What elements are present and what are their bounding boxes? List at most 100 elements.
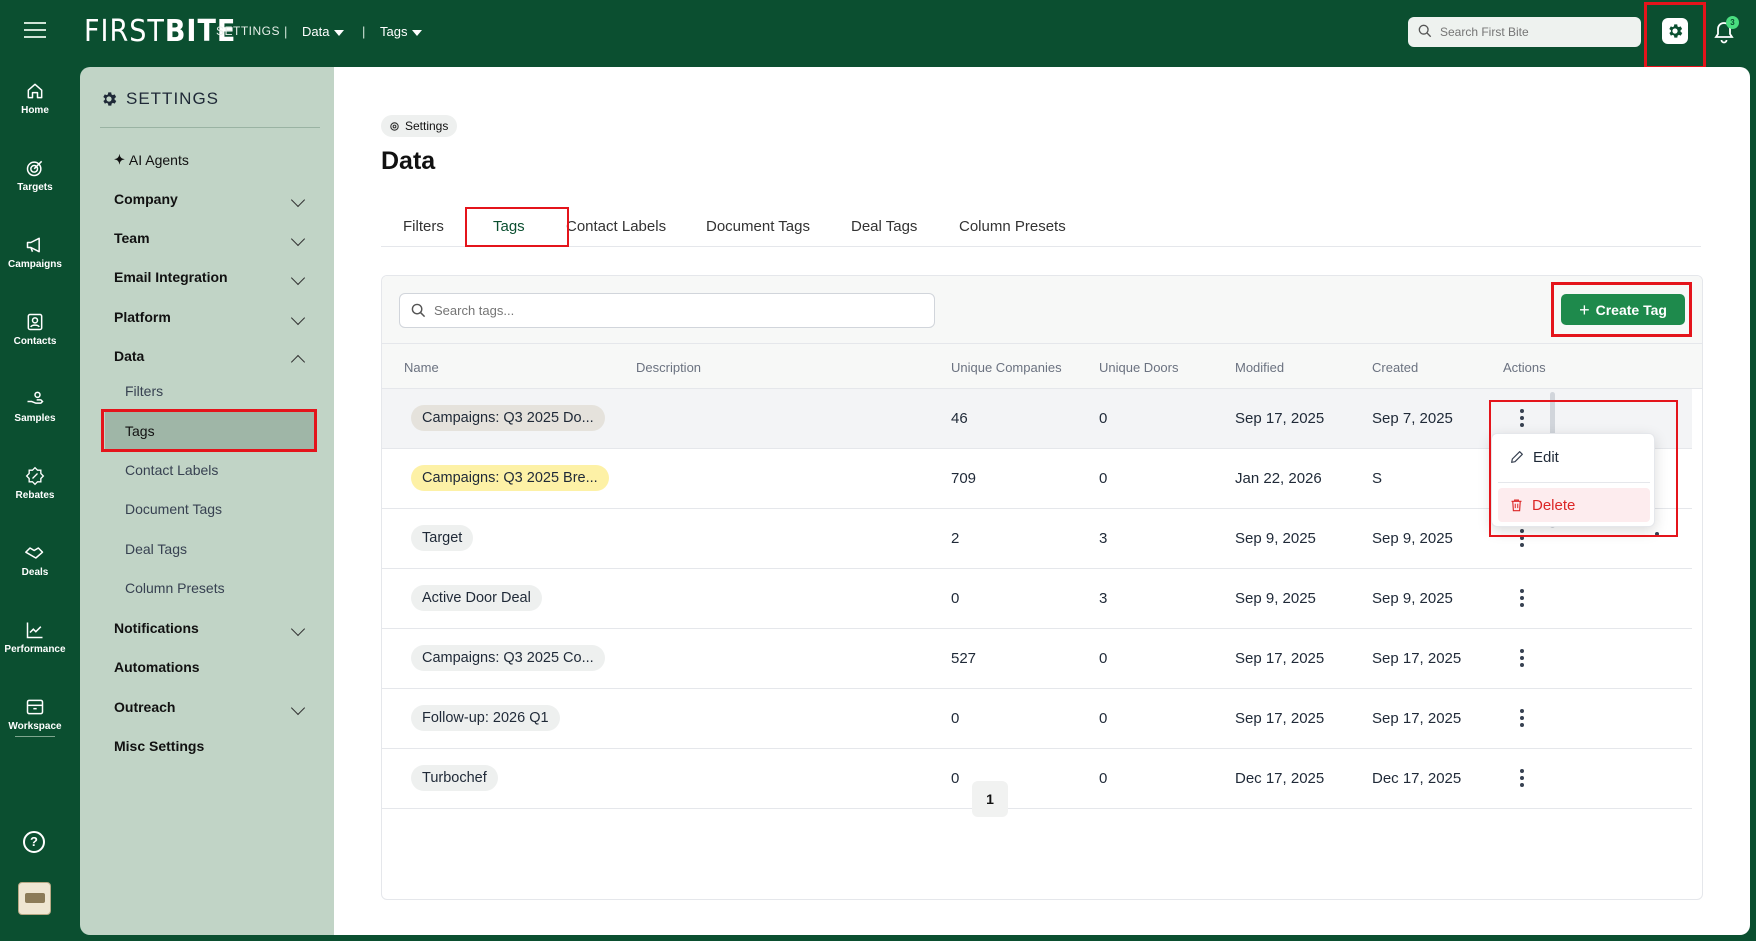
rail-label: Workspace [8, 721, 62, 732]
unique-companies-cell: 709 [951, 470, 977, 487]
breadcrumb-label: Settings [405, 119, 449, 133]
caret-down-icon [412, 29, 423, 36]
chart-line-icon [26, 622, 43, 639]
more-actions-icon[interactable] [1520, 649, 1524, 667]
sidebar-subitem-filters[interactable]: Filters [125, 383, 163, 399]
rail-item-campaigns[interactable]: Campaigns [0, 235, 70, 270]
more-actions-icon[interactable] [1520, 769, 1524, 787]
rail-item-contacts[interactable]: Contacts [0, 312, 70, 347]
menu-icon[interactable] [24, 22, 46, 40]
sidebar-subitem-contact-labels[interactable]: Contact Labels [125, 462, 218, 478]
modified-cell: Sep 17, 2025 [1235, 650, 1325, 667]
unique-companies-cell: 0 [951, 590, 960, 607]
sidebar-item-ai-agents[interactable]: ✦ AI Agents [114, 152, 314, 168]
more-actions-icon[interactable] [1520, 709, 1524, 727]
top-breadcrumb-data-label: Data [302, 24, 330, 39]
column-header-description[interactable]: Description [636, 360, 701, 375]
rail-item-performance[interactable]: Performance [0, 620, 70, 655]
sidebar-item-team[interactable]: Team [114, 230, 314, 246]
megaphone-icon [26, 237, 40, 253]
rail-item-rebates[interactable]: Rebates [0, 466, 70, 501]
tag-chip[interactable]: Turbochef [411, 765, 498, 791]
highlight-box [1551, 282, 1692, 337]
notification-badge: 3 [1726, 16, 1739, 29]
top-breadcrumb-tags-dropdown[interactable]: Tags [380, 24, 423, 39]
archive-icon [26, 699, 44, 715]
tab-filters[interactable]: Filters [403, 218, 444, 235]
modified-cell: Sep 9, 2025 [1235, 590, 1316, 607]
gear-icon [390, 121, 399, 131]
top-breadcrumb-data-dropdown[interactable]: Data [302, 24, 345, 39]
tag-chip[interactable]: Active Door Deal [411, 585, 542, 611]
rail-label: Home [21, 105, 49, 116]
avatar[interactable] [18, 882, 51, 915]
sidebar-item-data[interactable]: Data [114, 348, 314, 364]
column-header-unique-doors[interactable]: Unique Doors [1099, 360, 1179, 375]
sidebar-item-misc-settings[interactable]: Misc Settings [114, 738, 314, 754]
settings-sidebar: SETTINGS ✦ AI Agents Company Team Email … [80, 67, 334, 935]
sidebar-subitem-column-presets[interactable]: Column Presets [125, 580, 225, 596]
sidebar-item-notifications[interactable]: Notifications [114, 620, 314, 636]
tag-chip[interactable]: Target [411, 525, 474, 551]
tab-deal-tags[interactable]: Deal Tags [851, 218, 917, 235]
tag-chip[interactable]: Campaigns: Q3 2025 Do... [411, 405, 605, 431]
more-actions-icon[interactable] [1520, 589, 1524, 607]
table-row[interactable]: Follow-up: 2026 Q1 0 0 Sep 17, 2025 Sep … [382, 689, 1692, 749]
sidebar-item-automations[interactable]: Automations [114, 659, 314, 675]
rail-item-samples[interactable]: Samples [0, 389, 70, 424]
table-row[interactable]: Active Door Deal 0 3 Sep 9, 2025 Sep 9, … [382, 569, 1692, 629]
sidebar-item-email-integration[interactable]: Email Integration [114, 269, 314, 285]
sidebar-subitem-deal-tags[interactable]: Deal Tags [125, 541, 187, 557]
column-header-unique-companies[interactable]: Unique Companies [951, 360, 1062, 375]
sidebar-title: SETTINGS [100, 89, 219, 109]
unique-companies-cell: 0 [951, 710, 960, 727]
logo[interactable]: FIRSTBITE [84, 14, 236, 49]
highlight-box [1489, 400, 1678, 537]
top-breadcrumb-settings: SETTINGS [216, 24, 281, 38]
percent-badge-icon [25, 466, 45, 486]
gear-icon [103, 92, 117, 106]
rail-divider [15, 736, 55, 737]
breadcrumb-separator: | [362, 24, 366, 39]
breadcrumb[interactable]: Settings [381, 115, 458, 137]
search-icon [1418, 24, 1432, 38]
column-header-modified[interactable]: Modified [1235, 360, 1284, 375]
handshake-icon [25, 547, 44, 559]
created-cell: Sep 9, 2025 [1372, 530, 1453, 547]
sidebar-item-company[interactable]: Company [114, 191, 314, 207]
rail-item-deals[interactable]: Deals [0, 543, 70, 578]
sidebar-item-platform[interactable]: Platform [114, 309, 314, 325]
rail-item-targets[interactable]: Targets [0, 158, 70, 193]
search-input[interactable] [399, 293, 935, 328]
tags-table-card: + Create Tag Name Description Unique Com… [381, 275, 1703, 900]
target-icon [26, 160, 43, 177]
top-bar: FIRSTBITE SETTINGS | Data | Tags 3 [0, 0, 1756, 69]
tag-chip[interactable]: Campaigns: Q3 2025 Co... [411, 645, 605, 671]
unique-doors-cell: 3 [1099, 530, 1108, 547]
breadcrumb-separator: | [284, 24, 288, 39]
highlight-box [465, 207, 569, 247]
rail-label: Contacts [13, 336, 57, 347]
sidebar-item-outreach[interactable]: Outreach [114, 699, 314, 715]
unique-companies-cell: 0 [951, 770, 960, 787]
help-icon[interactable]: ? [23, 831, 45, 853]
column-header-created[interactable]: Created [1372, 360, 1418, 375]
sidebar-subitem-document-tags[interactable]: Document Tags [125, 501, 222, 517]
highlight-box [1644, 2, 1706, 69]
unique-companies-cell: 46 [951, 410, 968, 427]
modified-cell: Sep 17, 2025 [1235, 710, 1325, 727]
rail-item-home[interactable]: Home [0, 81, 70, 116]
column-header-name[interactable]: Name [404, 360, 439, 375]
rail-item-workspace[interactable]: Workspace [0, 697, 70, 732]
table-row[interactable]: Turbochef 0 0 Dec 17, 2025 Dec 17, 2025 [382, 749, 1692, 809]
pagination-page-1[interactable]: 1 [972, 781, 1008, 817]
tag-chip[interactable]: Follow-up: 2026 Q1 [411, 705, 560, 731]
unique-doors-cell: 0 [1099, 650, 1108, 667]
tab-column-presets[interactable]: Column Presets [959, 218, 1066, 235]
tab-document-tags[interactable]: Document Tags [706, 218, 810, 235]
sparkle-icon: ✦ [114, 152, 125, 167]
tab-contact-labels[interactable]: Contact Labels [566, 218, 666, 235]
table-row[interactable]: Campaigns: Q3 2025 Co... 527 0 Sep 17, 2… [382, 629, 1692, 689]
tag-chip[interactable]: Campaigns: Q3 2025 Bre... [411, 465, 609, 491]
global-search-input[interactable] [1408, 17, 1641, 47]
